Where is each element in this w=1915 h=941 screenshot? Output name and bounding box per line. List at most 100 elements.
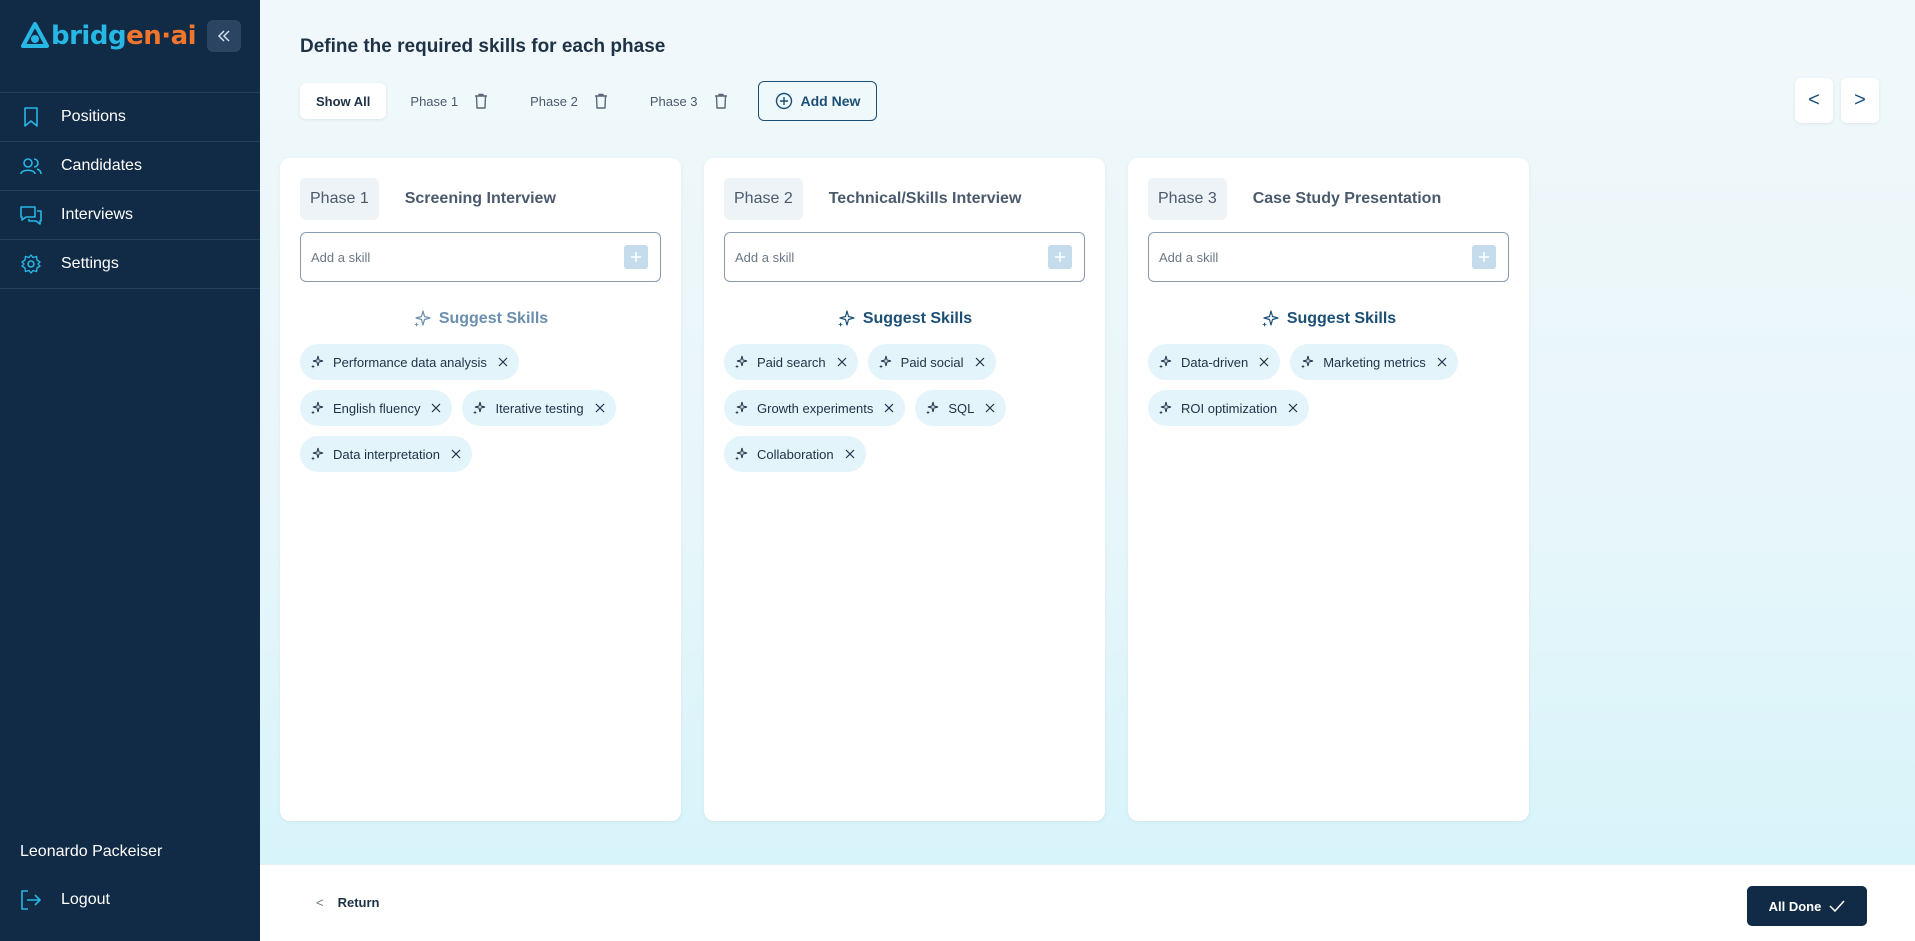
skill-chip-label: Data-driven bbox=[1181, 354, 1249, 370]
plus-icon bbox=[1479, 252, 1489, 262]
remove-skill-icon[interactable] bbox=[974, 356, 986, 368]
gear-icon bbox=[20, 253, 42, 275]
remove-skill-icon[interactable] bbox=[836, 356, 848, 368]
next-page-button[interactable]: > bbox=[1841, 78, 1879, 123]
suggest-skills-button[interactable]: Suggest Skills bbox=[1128, 310, 1529, 328]
remove-skill-icon[interactable] bbox=[497, 356, 509, 368]
logo-row: bridg en·ai bbox=[0, 0, 260, 72]
remove-skill-icon[interactable] bbox=[450, 448, 462, 460]
add-new-label: Add New bbox=[800, 93, 861, 109]
skill-chip: SQL bbox=[915, 390, 1007, 426]
main-content: Define the required skills for each phas… bbox=[260, 0, 1915, 941]
sidebar-item-settings[interactable]: Settings bbox=[0, 240, 260, 289]
skill-input[interactable] bbox=[311, 249, 611, 265]
sidebar-item-positions[interactable]: Positions bbox=[0, 93, 260, 142]
return-button[interactable]: < Return bbox=[316, 895, 379, 910]
sidebar-item-label: Settings bbox=[61, 255, 119, 272]
card-header: Phase 1 Screening Interview bbox=[300, 178, 556, 220]
card-header: Phase 3 Case Study Presentation bbox=[1148, 178, 1441, 220]
page-title: Define the required skills for each phas… bbox=[300, 36, 666, 57]
sparkle-icon bbox=[473, 401, 486, 415]
bridgen-logo[interactable]: bridg en·ai bbox=[20, 21, 197, 51]
tab-phase-1[interactable]: Phase 1 bbox=[398, 83, 502, 119]
remove-skill-icon[interactable] bbox=[594, 402, 606, 414]
bookmark-icon bbox=[20, 106, 42, 128]
trash-icon[interactable] bbox=[592, 92, 610, 110]
return-label: Return bbox=[337, 895, 380, 910]
phase-tabs: Show All Phase 1 Phase 2 Phase 3 Add New bbox=[300, 81, 878, 121]
double-chevron-left-icon bbox=[217, 30, 230, 42]
skill-chip: Data interpretation bbox=[300, 436, 472, 472]
skill-chip-label: Collaboration bbox=[757, 446, 834, 462]
skill-chip: Growth experiments bbox=[724, 390, 906, 426]
skill-chip: Performance data analysis bbox=[300, 344, 519, 380]
remove-skill-icon[interactable] bbox=[883, 402, 895, 414]
sparkle-icon bbox=[878, 355, 891, 369]
user-name: Leonardo Packeiser bbox=[20, 843, 163, 860]
add-new-phase-button[interactable]: Add New bbox=[757, 81, 878, 121]
add-skill-button[interactable] bbox=[1472, 245, 1496, 269]
skill-chip: Iterative testing bbox=[462, 390, 616, 426]
skill-input[interactable] bbox=[1159, 249, 1459, 265]
trash-icon[interactable] bbox=[712, 92, 730, 110]
sparkle-icon bbox=[413, 310, 431, 327]
suggest-skills-label: Suggest Skills bbox=[1286, 310, 1397, 327]
remove-skill-icon[interactable] bbox=[1258, 356, 1270, 368]
tab-phase-3[interactable]: Phase 3 bbox=[638, 83, 742, 119]
sparkle-icon bbox=[837, 310, 855, 327]
logout-icon bbox=[21, 890, 42, 910]
tab-show-all[interactable]: Show All bbox=[300, 83, 387, 119]
previous-page-button[interactable]: < bbox=[1795, 78, 1833, 123]
skill-chips: Paid search Paid social Growth experimen… bbox=[724, 344, 1085, 482]
logo-mark-icon bbox=[21, 22, 49, 48]
remove-skill-icon[interactable] bbox=[844, 448, 856, 460]
sidebar-item-label: Positions bbox=[61, 108, 126, 125]
sidebar-item-interviews[interactable]: Interviews bbox=[0, 191, 260, 240]
sparkle-icon bbox=[735, 401, 748, 415]
add-skill-button[interactable] bbox=[624, 245, 648, 269]
skill-chip-label: Performance data analysis bbox=[333, 354, 487, 370]
skill-chip-label: Growth experiments bbox=[757, 400, 874, 416]
skill-chip-label: English fluency bbox=[333, 400, 421, 416]
phase-name: Technical/Skills Interview bbox=[828, 190, 1022, 207]
phase-name: Screening Interview bbox=[404, 190, 556, 207]
skill-chip: Data-driven bbox=[1148, 344, 1281, 380]
trash-icon[interactable] bbox=[472, 92, 490, 110]
skill-input-wrapper bbox=[1148, 232, 1509, 282]
suggest-skills-button[interactable]: Suggest Skills bbox=[704, 310, 1105, 328]
remove-skill-icon[interactable] bbox=[1287, 402, 1299, 414]
logout-button[interactable]: Logout bbox=[20, 889, 110, 911]
skill-chip: Paid social bbox=[867, 344, 996, 380]
tab-label: Phase 2 bbox=[530, 93, 578, 109]
sparkle-icon bbox=[926, 401, 939, 415]
skill-input-wrapper bbox=[724, 232, 1085, 282]
logo-text-secondary: en·ai bbox=[126, 21, 197, 51]
suggest-skills-label: Suggest Skills bbox=[438, 310, 549, 327]
suggest-skills-button[interactable]: Suggest Skills bbox=[280, 310, 681, 328]
skill-chip-label: Paid search bbox=[757, 354, 826, 370]
skill-chip: Collaboration bbox=[724, 436, 866, 472]
suggest-skills-label: Suggest Skills bbox=[862, 310, 973, 327]
sparkle-icon bbox=[1159, 401, 1172, 415]
tab-phase-2[interactable]: Phase 2 bbox=[518, 83, 622, 119]
skill-chip-label: Iterative testing bbox=[495, 400, 584, 416]
remove-skill-icon[interactable] bbox=[984, 402, 996, 414]
sparkle-icon bbox=[1261, 310, 1279, 327]
plus-icon bbox=[1055, 252, 1065, 262]
logo-text-primary: bridg bbox=[51, 21, 127, 51]
skill-input[interactable] bbox=[735, 249, 1035, 265]
remove-skill-icon[interactable] bbox=[430, 402, 442, 414]
skill-chip-label: SQL bbox=[948, 400, 975, 416]
skill-chip-label: ROI optimization bbox=[1181, 400, 1278, 416]
skill-chip: Marketing metrics bbox=[1290, 344, 1458, 380]
add-skill-button[interactable] bbox=[1048, 245, 1072, 269]
sidebar-item-candidates[interactable]: Candidates bbox=[0, 142, 260, 191]
plus-circle-icon bbox=[775, 92, 792, 110]
sparkle-icon bbox=[1159, 355, 1172, 369]
collapse-sidebar-button[interactable] bbox=[207, 20, 241, 52]
all-done-button[interactable]: All Done bbox=[1747, 886, 1867, 926]
phase-card-3: Phase 3 Case Study Presentation Suggest … bbox=[1128, 158, 1529, 821]
remove-skill-icon[interactable] bbox=[1436, 356, 1448, 368]
checkmark-icon bbox=[1829, 900, 1845, 912]
sidebar: bridg en·ai Positions Candidates Intervie… bbox=[0, 0, 260, 941]
